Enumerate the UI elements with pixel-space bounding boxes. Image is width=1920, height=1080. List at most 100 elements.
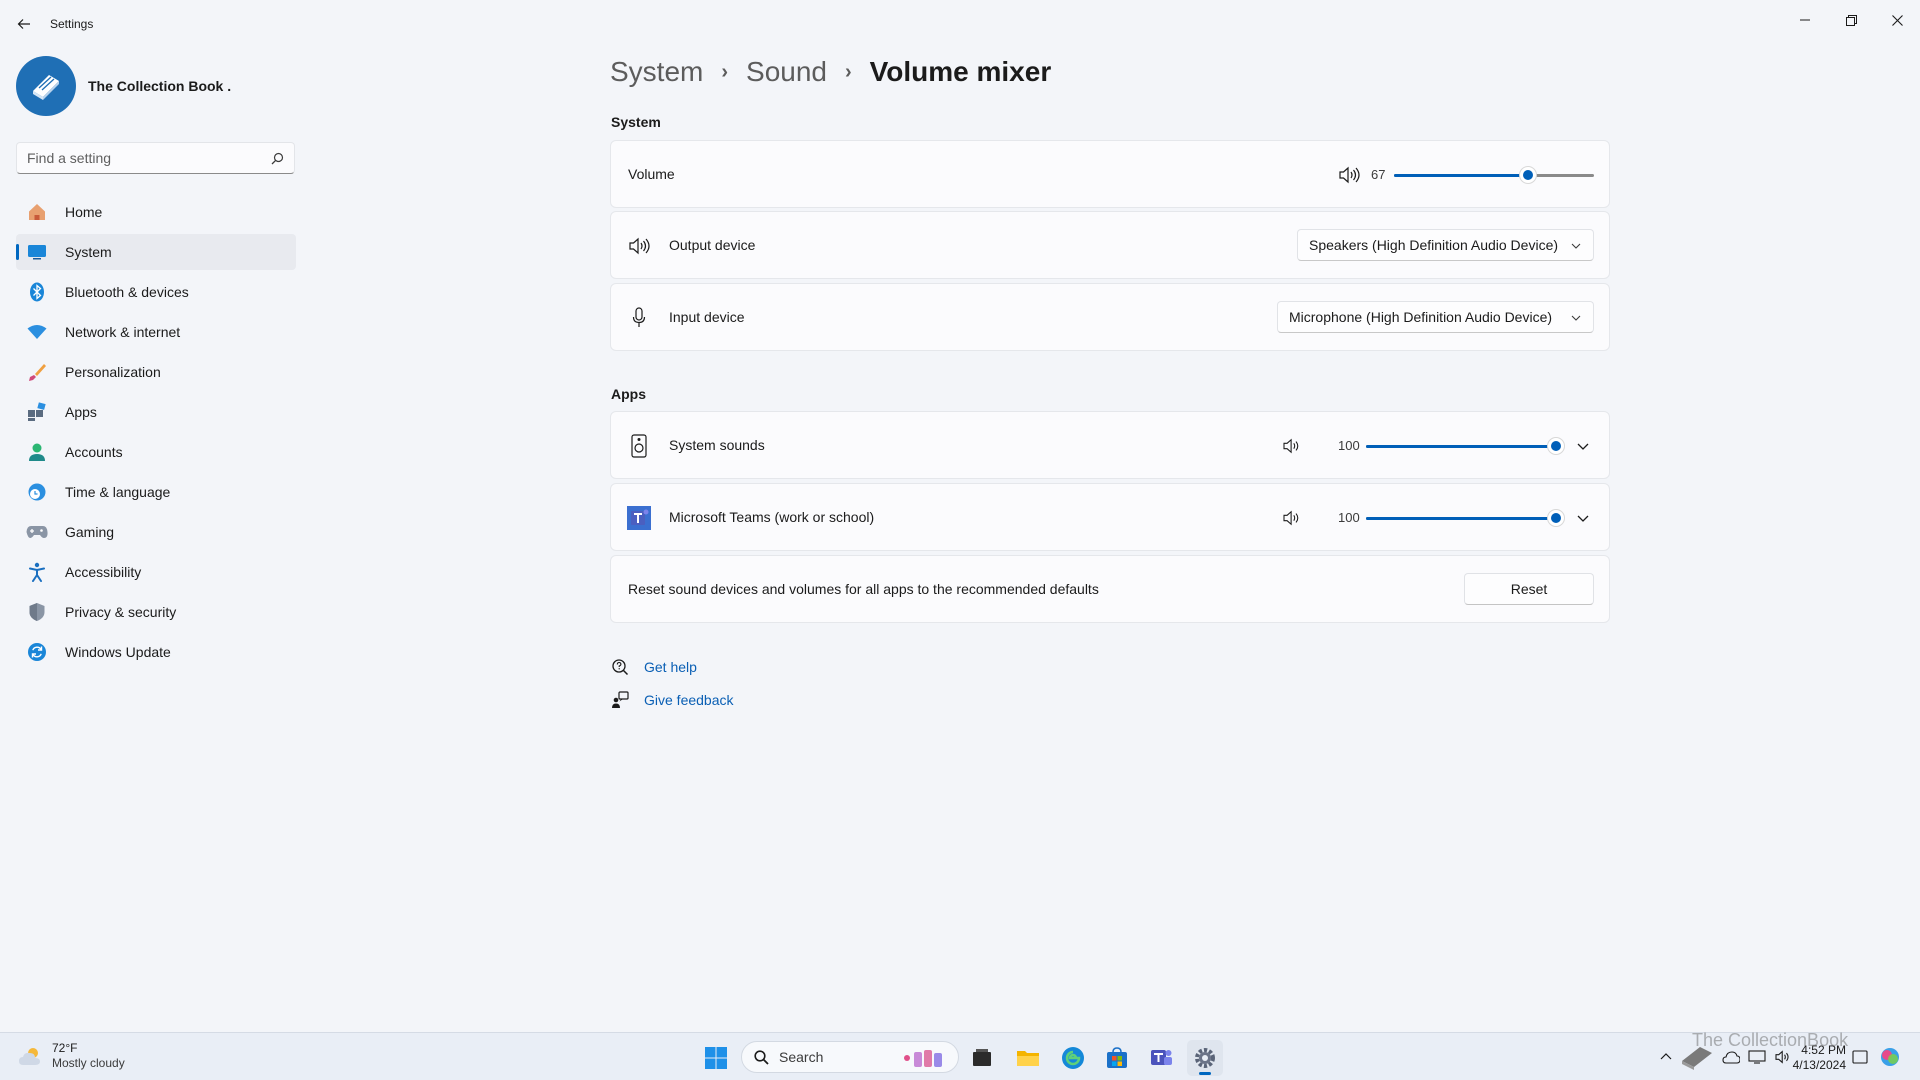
settings-search-input[interactable] <box>17 143 294 173</box>
edge-icon <box>1062 1047 1084 1069</box>
accessibility-icon <box>26 561 48 583</box>
tray-right <box>1852 1043 1902 1071</box>
breadcrumb-system[interactable]: System <box>610 56 703 88</box>
cloudy-weather-icon <box>19 1048 40 1065</box>
sidebar-item-accounts[interactable]: Accounts <box>16 434 296 470</box>
taskbar-search-label: Search <box>779 1049 824 1065</box>
slider-fill <box>1366 445 1556 448</box>
input-device-card: Input device Microphone (High Definition… <box>610 283 1610 351</box>
file-explorer-icon <box>1017 1051 1039 1066</box>
output-device-dropdown[interactable]: Speakers (High Definition Audio Device) <box>1297 229 1594 261</box>
settings-taskbar-button[interactable] <box>1187 1040 1223 1076</box>
app-volume-slider[interactable] <box>1366 436 1565 456</box>
weather-widget[interactable]: 72°F Mostly cloudy <box>18 1041 125 1071</box>
sidebar-item-gaming[interactable]: Gaming <box>16 514 296 550</box>
output-device-selected: Speakers (High Definition Audio Device) <box>1309 237 1559 253</box>
page-title: Volume mixer <box>869 56 1052 87</box>
sidebar-item-label: Network & internet <box>65 324 181 340</box>
user-profile[interactable]: The Collection Book . <box>16 56 231 116</box>
start-button[interactable] <box>698 1040 734 1076</box>
reset-button[interactable]: Reset <box>1464 573 1594 605</box>
sidebar-item-system[interactable]: System <box>16 234 296 270</box>
store-button[interactable] <box>1099 1040 1135 1076</box>
breadcrumb: System › Sound › Volume mixer <box>610 56 1051 88</box>
master-volume-slider[interactable] <box>1394 165 1594 185</box>
settings-search[interactable] <box>16 142 295 174</box>
sidebar-item-personalization[interactable]: Personalization <box>16 354 296 390</box>
sidebar-item-label: Windows Update <box>65 644 171 660</box>
file-explorer-button[interactable] <box>1010 1040 1046 1076</box>
app-volume-icon[interactable] <box>1281 435 1303 457</box>
network-icon[interactable] <box>1748 1050 1766 1064</box>
sidebar-item-label: Apps <box>65 404 97 420</box>
input-device-selected: Microphone (High Definition Audio Device… <box>1289 309 1553 325</box>
help-links: Get help Give feedback <box>610 656 734 722</box>
help-chat-icon <box>610 657 630 677</box>
app-volume-slider[interactable] <box>1366 508 1565 528</box>
search-icon[interactable] <box>271 152 284 165</box>
person-icon <box>26 441 48 463</box>
back-button[interactable] <box>12 12 36 36</box>
system-icon <box>26 241 48 263</box>
sidebar-item-time-language[interactable]: Time & language <box>16 474 296 510</box>
get-help-link[interactable]: Get help <box>610 656 734 678</box>
reset-description: Reset sound devices and volumes for all … <box>628 581 1099 597</box>
reset-card: Reset sound devices and volumes for all … <box>610 555 1610 623</box>
restore-button[interactable] <box>1828 4 1874 36</box>
brush-icon <box>26 361 48 383</box>
clock-globe-icon <box>26 481 48 503</box>
sidebar-item-home[interactable]: Home <box>16 194 296 230</box>
breadcrumb-chevron-icon: › <box>845 60 852 83</box>
slider-fill <box>1394 174 1528 177</box>
sidebar-item-accessibility[interactable]: Accessibility <box>16 554 296 590</box>
sidebar-item-windows-update[interactable]: Windows Update <box>16 634 296 670</box>
slider-thumb[interactable] <box>1547 509 1565 527</box>
slider-thumb[interactable] <box>1519 166 1537 184</box>
edge-button[interactable] <box>1055 1040 1091 1076</box>
minimize-icon <box>1800 19 1810 21</box>
minimize-button[interactable] <box>1782 4 1828 36</box>
expand-chevron-icon[interactable] <box>1573 436 1593 456</box>
app-row-microsoft-teams: Microsoft Teams (work or school) 100 <box>610 483 1610 551</box>
settings-icon <box>1195 1048 1215 1068</box>
sidebar-item-apps[interactable]: Apps <box>16 394 296 430</box>
title-bar: Settings <box>0 0 1920 48</box>
avatar <box>16 56 76 116</box>
apps-section-heading: Apps <box>611 386 646 402</box>
volume-label: Volume <box>628 166 675 182</box>
speaker-device-icon <box>627 434 651 458</box>
shield-icon <box>26 601 48 623</box>
apps-icon <box>26 401 48 423</box>
book-logo-icon <box>33 75 59 100</box>
app-volume-icon[interactable] <box>1281 507 1303 529</box>
notification-icon[interactable] <box>1852 1050 1868 1064</box>
copilot-icon[interactable] <box>1878 1045 1902 1069</box>
app-title: Settings <box>50 17 94 31</box>
sidebar-item-privacy[interactable]: Privacy & security <box>16 594 296 630</box>
give-feedback-link[interactable]: Give feedback <box>610 689 734 711</box>
show-hidden-icons-chevron-icon[interactable] <box>1660 1052 1672 1062</box>
speaker-icon <box>627 234 651 258</box>
expand-chevron-icon[interactable] <box>1573 508 1593 528</box>
breadcrumb-sound[interactable]: Sound <box>746 56 827 88</box>
onedrive-icon[interactable] <box>1722 1050 1740 1064</box>
speaker-volume-icon[interactable] <box>1338 164 1360 186</box>
bluetooth-icon <box>26 281 48 303</box>
input-device-dropdown[interactable]: Microphone (High Definition Audio Device… <box>1277 301 1594 333</box>
slider-thumb[interactable] <box>1547 437 1565 455</box>
sidebar-item-network[interactable]: Network & internet <box>16 314 296 350</box>
task-view-button[interactable] <box>964 1040 1000 1076</box>
restore-icon <box>1845 14 1857 26</box>
close-button[interactable] <box>1874 4 1920 36</box>
teams-taskbar-button[interactable] <box>1143 1040 1179 1076</box>
sidebar-item-bluetooth[interactable]: Bluetooth & devices <box>16 274 296 310</box>
chevron-down-icon <box>1571 315 1581 321</box>
update-icon <box>26 641 48 663</box>
sidebar-item-label: Personalization <box>65 364 161 380</box>
taskbar: 72°F Mostly cloudy Search 4:52 PM 4/13/2… <box>0 1032 1920 1080</box>
feedback-icon <box>610 690 630 710</box>
app-volume-value: 100 <box>1338 510 1360 525</box>
taskbar-search[interactable]: Search <box>741 1041 959 1073</box>
app-name: System sounds <box>669 437 765 453</box>
sidebar-item-label: Accessibility <box>65 564 142 580</box>
